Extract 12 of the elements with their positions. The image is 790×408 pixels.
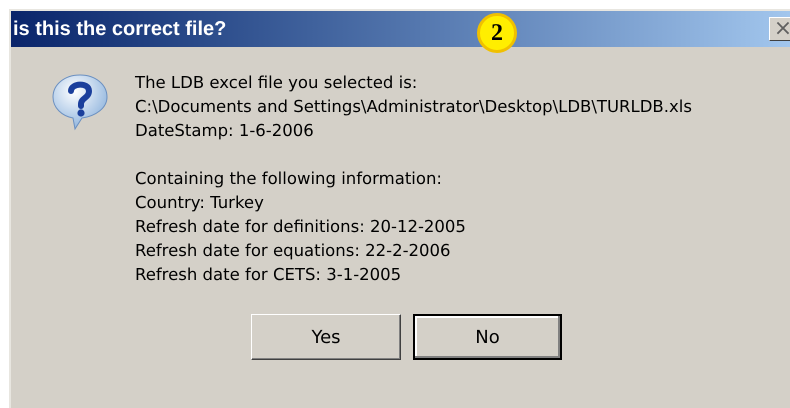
dialog-button[interactable]: Yes xyxy=(251,314,401,360)
message-line: Country: Turkey xyxy=(135,192,265,214)
window-title: is this the correct file? xyxy=(13,17,226,42)
message-line: DateStamp: 1-6-2006 xyxy=(135,120,315,142)
dialog-button[interactable]: No xyxy=(413,314,562,360)
close-button[interactable]: × xyxy=(769,17,790,41)
message-line: Containing the following information: xyxy=(135,168,443,190)
message-line: Refresh date for equations: 22-2-2006 xyxy=(135,240,452,262)
message-line: C:\Documents and Settings\Administrator\Desktop\LDB\TURLDB.xls xyxy=(135,96,692,118)
message-line: The LDB excel file you selected is: xyxy=(135,72,418,94)
message-line: Refresh date for CETS: 3-1-2005 xyxy=(135,264,402,286)
message-line: Refresh date for definitions: 20-12-2005 xyxy=(135,216,467,238)
